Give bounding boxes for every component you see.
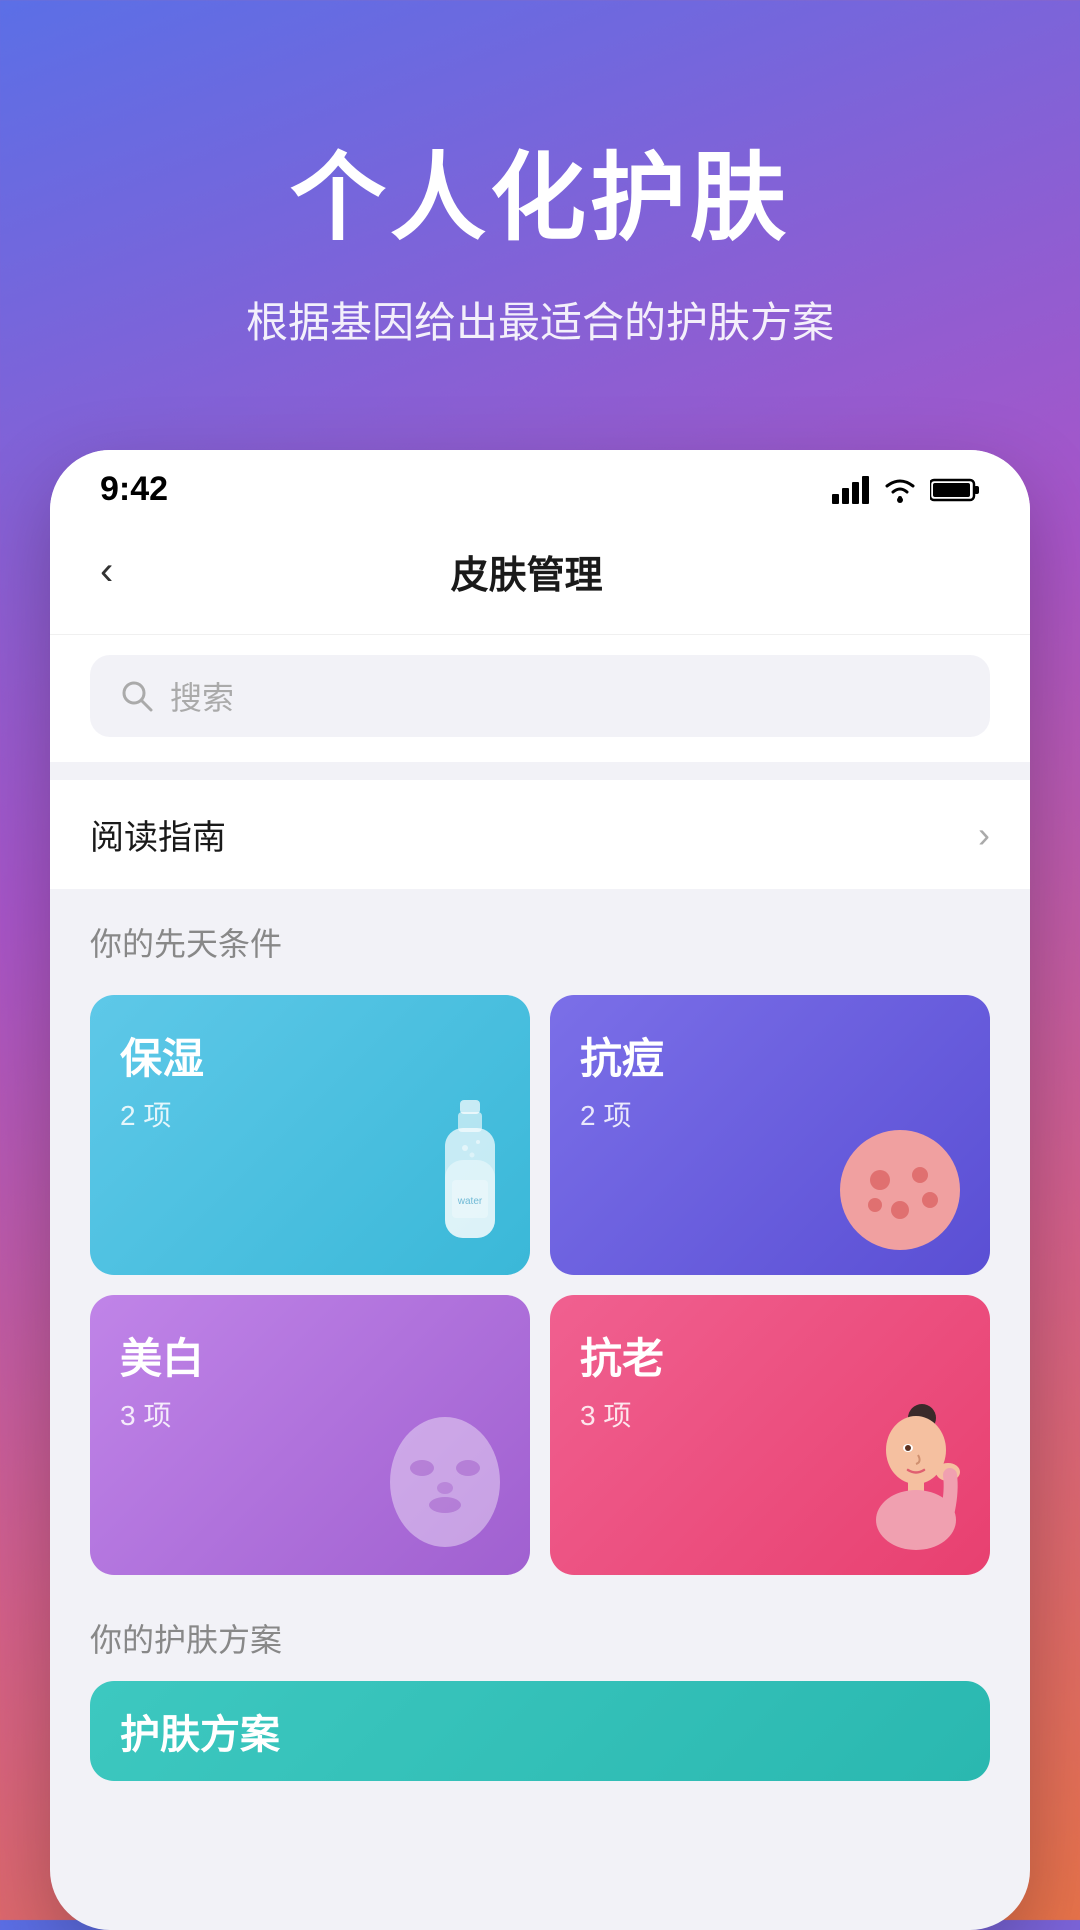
- chevron-right-icon: ›: [978, 814, 990, 856]
- sub-title: 根据基因给出最适合的护肤方案: [60, 289, 1020, 350]
- main-title: 个人化护肤: [60, 120, 1020, 259]
- card-antiaging[interactable]: 抗老 3 项: [550, 1295, 990, 1575]
- back-button[interactable]: ‹: [90, 539, 123, 604]
- search-bar-container: 搜索: [50, 635, 1030, 762]
- person-illustration: [850, 1390, 970, 1565]
- phone-frame: 9:42 ‹ 皮肤管: [50, 450, 1030, 1930]
- card-moisturizing-title: 保湿: [120, 1025, 204, 1086]
- card-whitening-title: 美白: [120, 1325, 204, 1386]
- face-mask-illustration: [380, 1410, 510, 1565]
- status-bar: 9:42: [50, 450, 1030, 519]
- card-whitening-count: 3 项: [120, 1400, 171, 1431]
- card-acne-title: 抗痘: [580, 1025, 664, 1086]
- status-time: 9:42: [100, 470, 168, 509]
- card-moisturizing-count: 2 项: [120, 1100, 171, 1131]
- card-antiaging-count: 3 项: [580, 1400, 631, 1431]
- card-whitening[interactable]: 美白 3 项: [90, 1295, 530, 1575]
- signal-icon: [832, 476, 870, 504]
- card-acne-count: 2 项: [580, 1100, 631, 1131]
- conditions-section: 你的先天条件: [50, 889, 1030, 995]
- skincare-card[interactable]: 护肤方案: [90, 1681, 990, 1781]
- status-icons: [832, 476, 980, 504]
- cards-grid: 保湿 2 项 water: [50, 995, 1030, 1595]
- guide-label: 阅读指南: [90, 810, 226, 859]
- water-bottle-illustration: water: [430, 1100, 510, 1265]
- search-placeholder: 搜索: [170, 673, 234, 719]
- acne-face-illustration: [830, 1120, 970, 1265]
- skincare-section: 你的护肤方案 护肤方案: [50, 1595, 1030, 1781]
- search-input[interactable]: 搜索: [90, 655, 990, 737]
- page-title: 皮肤管理: [123, 544, 930, 599]
- battery-icon: [930, 477, 980, 503]
- wifi-icon: [882, 476, 918, 504]
- card-antiaging-title: 抗老: [580, 1325, 664, 1386]
- guide-row[interactable]: 阅读指南 ›: [50, 780, 1030, 889]
- search-icon: [120, 679, 154, 713]
- card-moisturizing[interactable]: 保湿 2 项 water: [90, 995, 530, 1275]
- nav-bar: ‹ 皮肤管理: [50, 519, 1030, 635]
- skincare-card-title: 护肤方案: [120, 1702, 280, 1760]
- svg-text:water: water: [457, 1196, 483, 1207]
- conditions-section-title: 你的先天条件: [90, 919, 990, 965]
- card-acne[interactable]: 抗痘 2 项: [550, 995, 990, 1275]
- skincare-section-title: 你的护肤方案: [90, 1615, 990, 1661]
